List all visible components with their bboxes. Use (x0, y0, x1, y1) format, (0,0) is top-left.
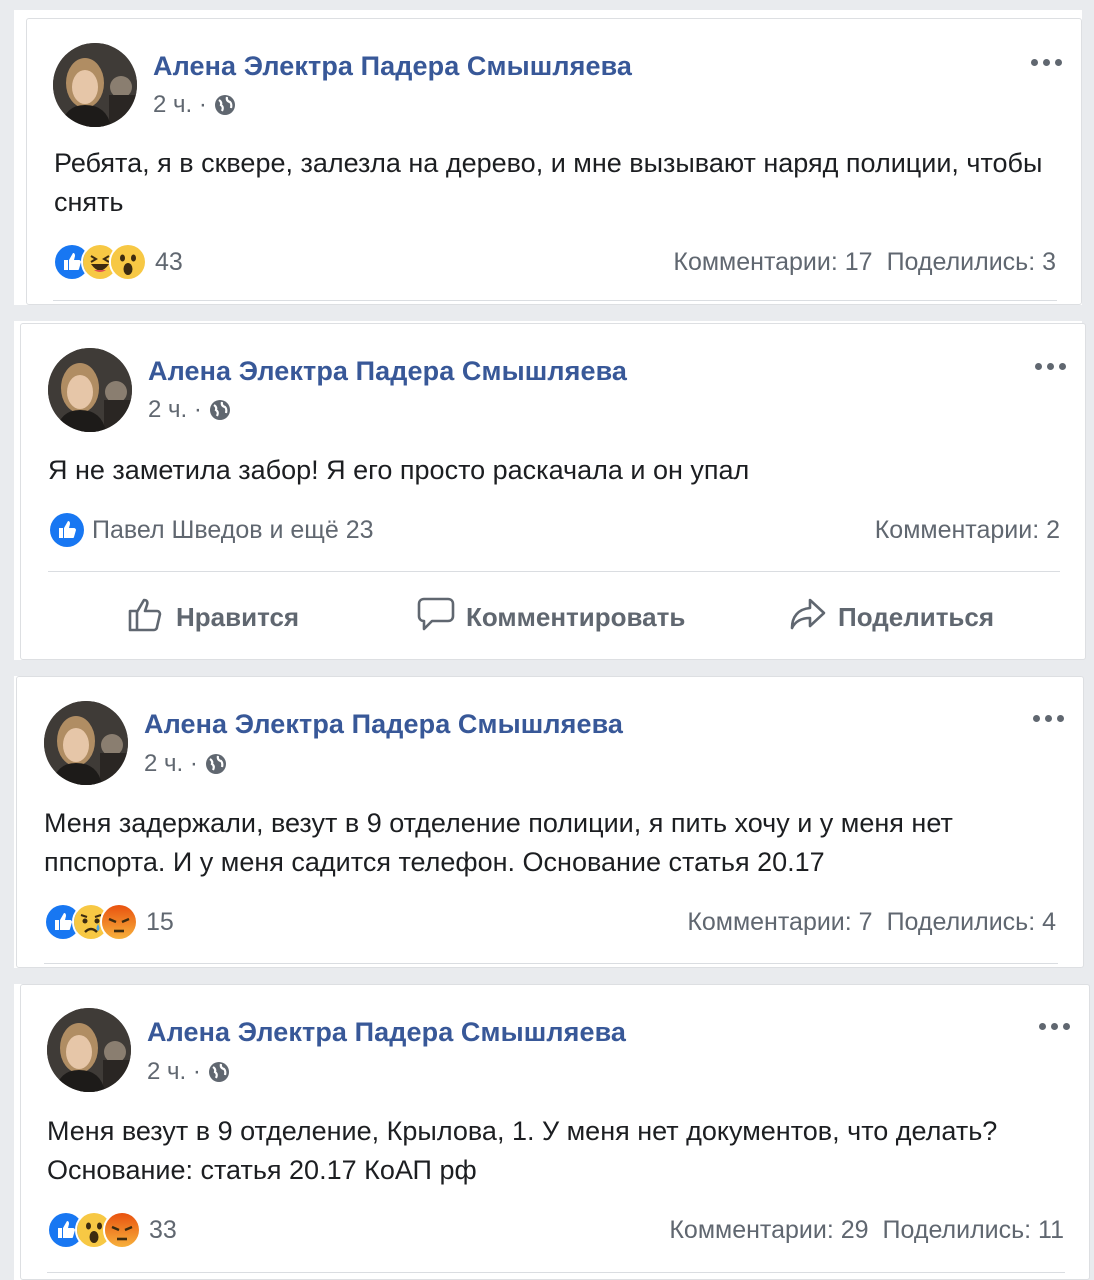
globe-icon (208, 398, 232, 422)
comments-count[interactable]: Комментарии: 2 (875, 516, 1060, 545)
post-text: Я не заметила забор! Я его просто раскач… (48, 455, 750, 485)
more-options-icon[interactable] (1028, 708, 1068, 728)
avatar[interactable] (53, 43, 137, 127)
post-meta: 2 ч. · (148, 396, 232, 424)
shares-count[interactable]: Поделились: 4 (887, 908, 1056, 937)
author-name[interactable]: Алена Электра Падера Смышляева (144, 709, 623, 740)
angry-icon (100, 903, 138, 941)
shares-count[interactable]: Поделились: 11 (883, 1216, 1064, 1245)
background-strip (0, 0, 14, 1280)
reaction-names[interactable]: Павел Шведов и ещё 23 (92, 516, 374, 545)
divider (47, 1272, 1065, 1273)
post-stats: Комментарии: 17 Поделились: 3 (673, 248, 1056, 277)
author-name[interactable]: Алена Электра Падера Смышляева (148, 356, 627, 387)
more-options-icon[interactable] (1030, 356, 1070, 376)
angry-icon (103, 1211, 141, 1249)
reactions-summary[interactable]: 33 (47, 1211, 177, 1249)
post-time[interactable]: 2 ч. · (153, 91, 207, 119)
reaction-count: 43 (155, 247, 183, 276)
comment-label: Комментировать (466, 602, 686, 632)
reaction-count: 33 (149, 1215, 177, 1244)
author-name[interactable]: Алена Электра Падера Смышляева (147, 1017, 626, 1048)
globe-icon (213, 93, 237, 117)
more-options-icon[interactable] (1026, 52, 1066, 72)
author-name[interactable]: Алена Электра Падера Смышляева (153, 51, 632, 82)
divider (44, 963, 1058, 964)
more-options-icon[interactable] (1034, 1016, 1074, 1036)
like-button[interactable]: Нравится (126, 594, 299, 641)
globe-icon (204, 752, 228, 776)
comments-count[interactable]: Комментарии: 7 (687, 908, 872, 937)
post-text: Меня везут в 9 отделение, Крылова, 1. У … (47, 1116, 998, 1185)
share-button[interactable]: Поделиться (788, 594, 994, 641)
post-time[interactable]: 2 ч. · (147, 1058, 201, 1086)
post-time[interactable]: 2 ч. · (144, 750, 198, 778)
comments-count[interactable]: Комментарии: 29 (669, 1216, 868, 1245)
post-time[interactable]: 2 ч. · (148, 396, 202, 424)
background-strip (0, 660, 1094, 676)
comment-button[interactable]: Комментировать (416, 594, 685, 641)
reactions-summary[interactable]: Павел Шведов и ещё 23 (48, 511, 374, 549)
wow-icon (109, 243, 147, 281)
post-meta: 2 ч. · (153, 91, 237, 119)
post-text: Меня задержали, везут в 9 отделение поли… (44, 808, 953, 877)
like-label: Нравится (176, 602, 300, 632)
avatar[interactable] (48, 348, 132, 432)
post-meta: 2 ч. · (144, 750, 228, 778)
comments-count[interactable]: Комментарии: 17 (673, 248, 872, 277)
post-text: Ребята, я в сквере, залезла на дерево, и… (54, 148, 1043, 217)
reactions-summary[interactable]: 43 (53, 243, 183, 281)
reactions-summary[interactable]: 15 (44, 903, 174, 941)
comment-bubble-icon (416, 594, 456, 641)
background-strip (0, 305, 1094, 321)
background-strip (0, 968, 1094, 984)
post-stats: Комментарии: 2 (875, 516, 1060, 545)
reaction-count: 15 (146, 907, 174, 936)
divider (53, 300, 1057, 301)
share-label: Поделиться (838, 602, 995, 632)
post-stats: Комментарии: 7 Поделились: 4 (687, 908, 1056, 937)
avatar[interactable] (47, 1008, 131, 1092)
thumbs-up-icon (126, 594, 166, 641)
post-meta: 2 ч. · (147, 1058, 231, 1086)
like-icon (48, 511, 86, 549)
avatar[interactable] (44, 701, 128, 785)
globe-icon (207, 1060, 231, 1084)
background-strip (0, 0, 1094, 10)
divider (48, 571, 1060, 572)
shares-count[interactable]: Поделились: 3 (887, 248, 1056, 277)
share-arrow-icon (788, 594, 828, 641)
post-stats: Комментарии: 29 Поделились: 11 (669, 1216, 1064, 1245)
